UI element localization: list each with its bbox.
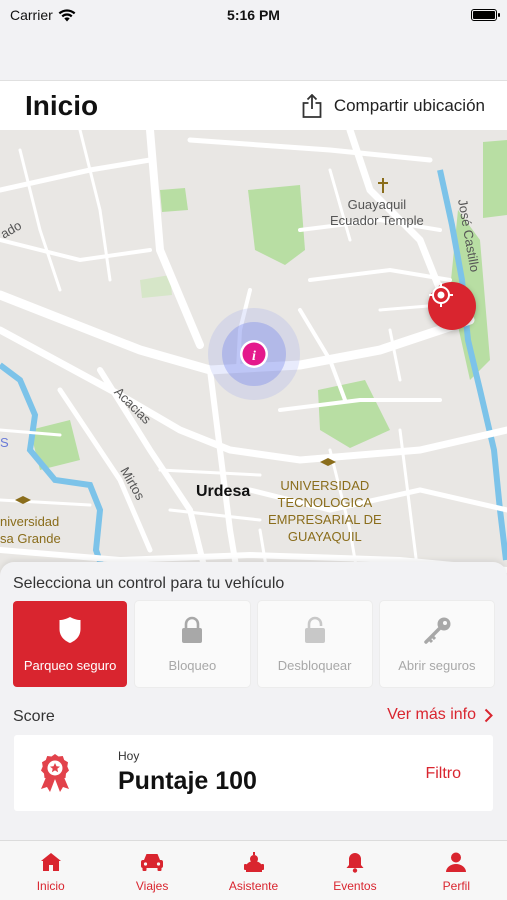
- wifi-icon: [58, 8, 76, 21]
- tab-label: Perfil: [442, 879, 470, 893]
- tab-eventos[interactable]: Eventos: [304, 841, 405, 900]
- chevron-right-icon: [484, 708, 493, 722]
- control-label: Abrir seguros: [398, 657, 476, 673]
- page-header: Inicio Compartir ubicación: [0, 80, 507, 130]
- control-parqueo-seguro[interactable]: Parqueo seguro: [13, 601, 128, 687]
- control-abrir-seguros[interactable]: Abrir seguros: [379, 601, 494, 687]
- battery-icon: [471, 9, 500, 21]
- shield-icon: [59, 616, 81, 643]
- svg-text:i: i: [252, 349, 256, 364]
- map-canvas: i: [0, 130, 507, 590]
- share-icon: [302, 93, 322, 118]
- control-label: Bloqueo: [168, 657, 217, 673]
- map-view[interactable]: i Guayaquil Ecuador Temple José Castillo …: [0, 130, 507, 590]
- tab-label: Asistente: [228, 879, 279, 893]
- score-card[interactable]: Hoy Puntaje 100 Filtro: [14, 735, 493, 811]
- map-label-university-left: niversidad sa Grande: [0, 514, 61, 546]
- control-label: Desbloquear: [277, 657, 352, 673]
- map-label-temple: Guayaquil Ecuador Temple: [330, 197, 424, 228]
- home-icon: [40, 853, 61, 871]
- tab-bar: Inicio Viajes Asistente Eventos Perfil: [0, 840, 507, 900]
- vehicle-controls: Parqueo seguro Bloqueo Desbloquear Abrir…: [13, 601, 494, 687]
- map-label-university-right: UNIVERSIDAD TECNOLOGICA EMPRESARIAL DE GUAY…: [268, 478, 382, 544]
- more-info-label: Ver más info: [387, 706, 476, 723]
- share-location-label: Compartir ubicación: [333, 95, 485, 115]
- score-filter-button[interactable]: Filtro: [425, 765, 461, 783]
- status-time: 5:16 PM: [227, 7, 280, 23]
- status-right: [327, 9, 500, 21]
- page-title: Inicio: [25, 89, 99, 121]
- more-info-link[interactable]: Ver más info: [387, 706, 493, 724]
- award-ribbon-icon: [41, 754, 69, 792]
- assistant-icon: [243, 852, 264, 872]
- vehicle-control-sheet: Selecciona un control para tu vehículo P…: [0, 562, 507, 840]
- tab-perfil[interactable]: Perfil: [406, 841, 507, 900]
- tab-asistente[interactable]: Asistente: [203, 841, 304, 900]
- score-value: Puntaje 100: [118, 767, 257, 795]
- car-icon: [141, 854, 164, 871]
- tab-label: Inicio: [36, 879, 65, 893]
- lock-icon: [182, 616, 203, 643]
- control-bloqueo[interactable]: Bloqueo: [135, 601, 250, 687]
- tab-inicio[interactable]: Inicio: [0, 841, 101, 900]
- control-desbloquear[interactable]: Desbloquear: [257, 601, 372, 687]
- tab-label: Viajes: [135, 879, 169, 893]
- locate-button[interactable]: [428, 282, 476, 330]
- app-screen: Carrier 5:16 PM Inicio Compartir ubicaci…: [0, 0, 507, 900]
- status-bar: Carrier 5:16 PM: [0, 0, 507, 30]
- user-icon: [446, 852, 467, 872]
- key-icon: [424, 617, 451, 644]
- share-location-button[interactable]: Compartir ubicación: [302, 93, 485, 118]
- score-label: Score: [13, 708, 55, 725]
- score-period: Hoy: [118, 749, 140, 763]
- tab-viajes[interactable]: Viajes: [101, 841, 202, 900]
- unlock-icon: [304, 616, 325, 643]
- tab-label: Eventos: [333, 879, 377, 893]
- carrier-label: Carrier: [10, 7, 53, 23]
- map-label-edge-s: S: [0, 435, 9, 450]
- bell-icon: [346, 853, 364, 873]
- battery-level: [473, 11, 495, 19]
- map-label-district: Urdesa: [196, 483, 251, 500]
- control-label: Parqueo seguro: [23, 657, 117, 673]
- status-left: Carrier: [10, 7, 180, 23]
- sheet-title: Selecciona un control para tu vehículo: [13, 575, 285, 592]
- crosshair-icon: [429, 283, 453, 307]
